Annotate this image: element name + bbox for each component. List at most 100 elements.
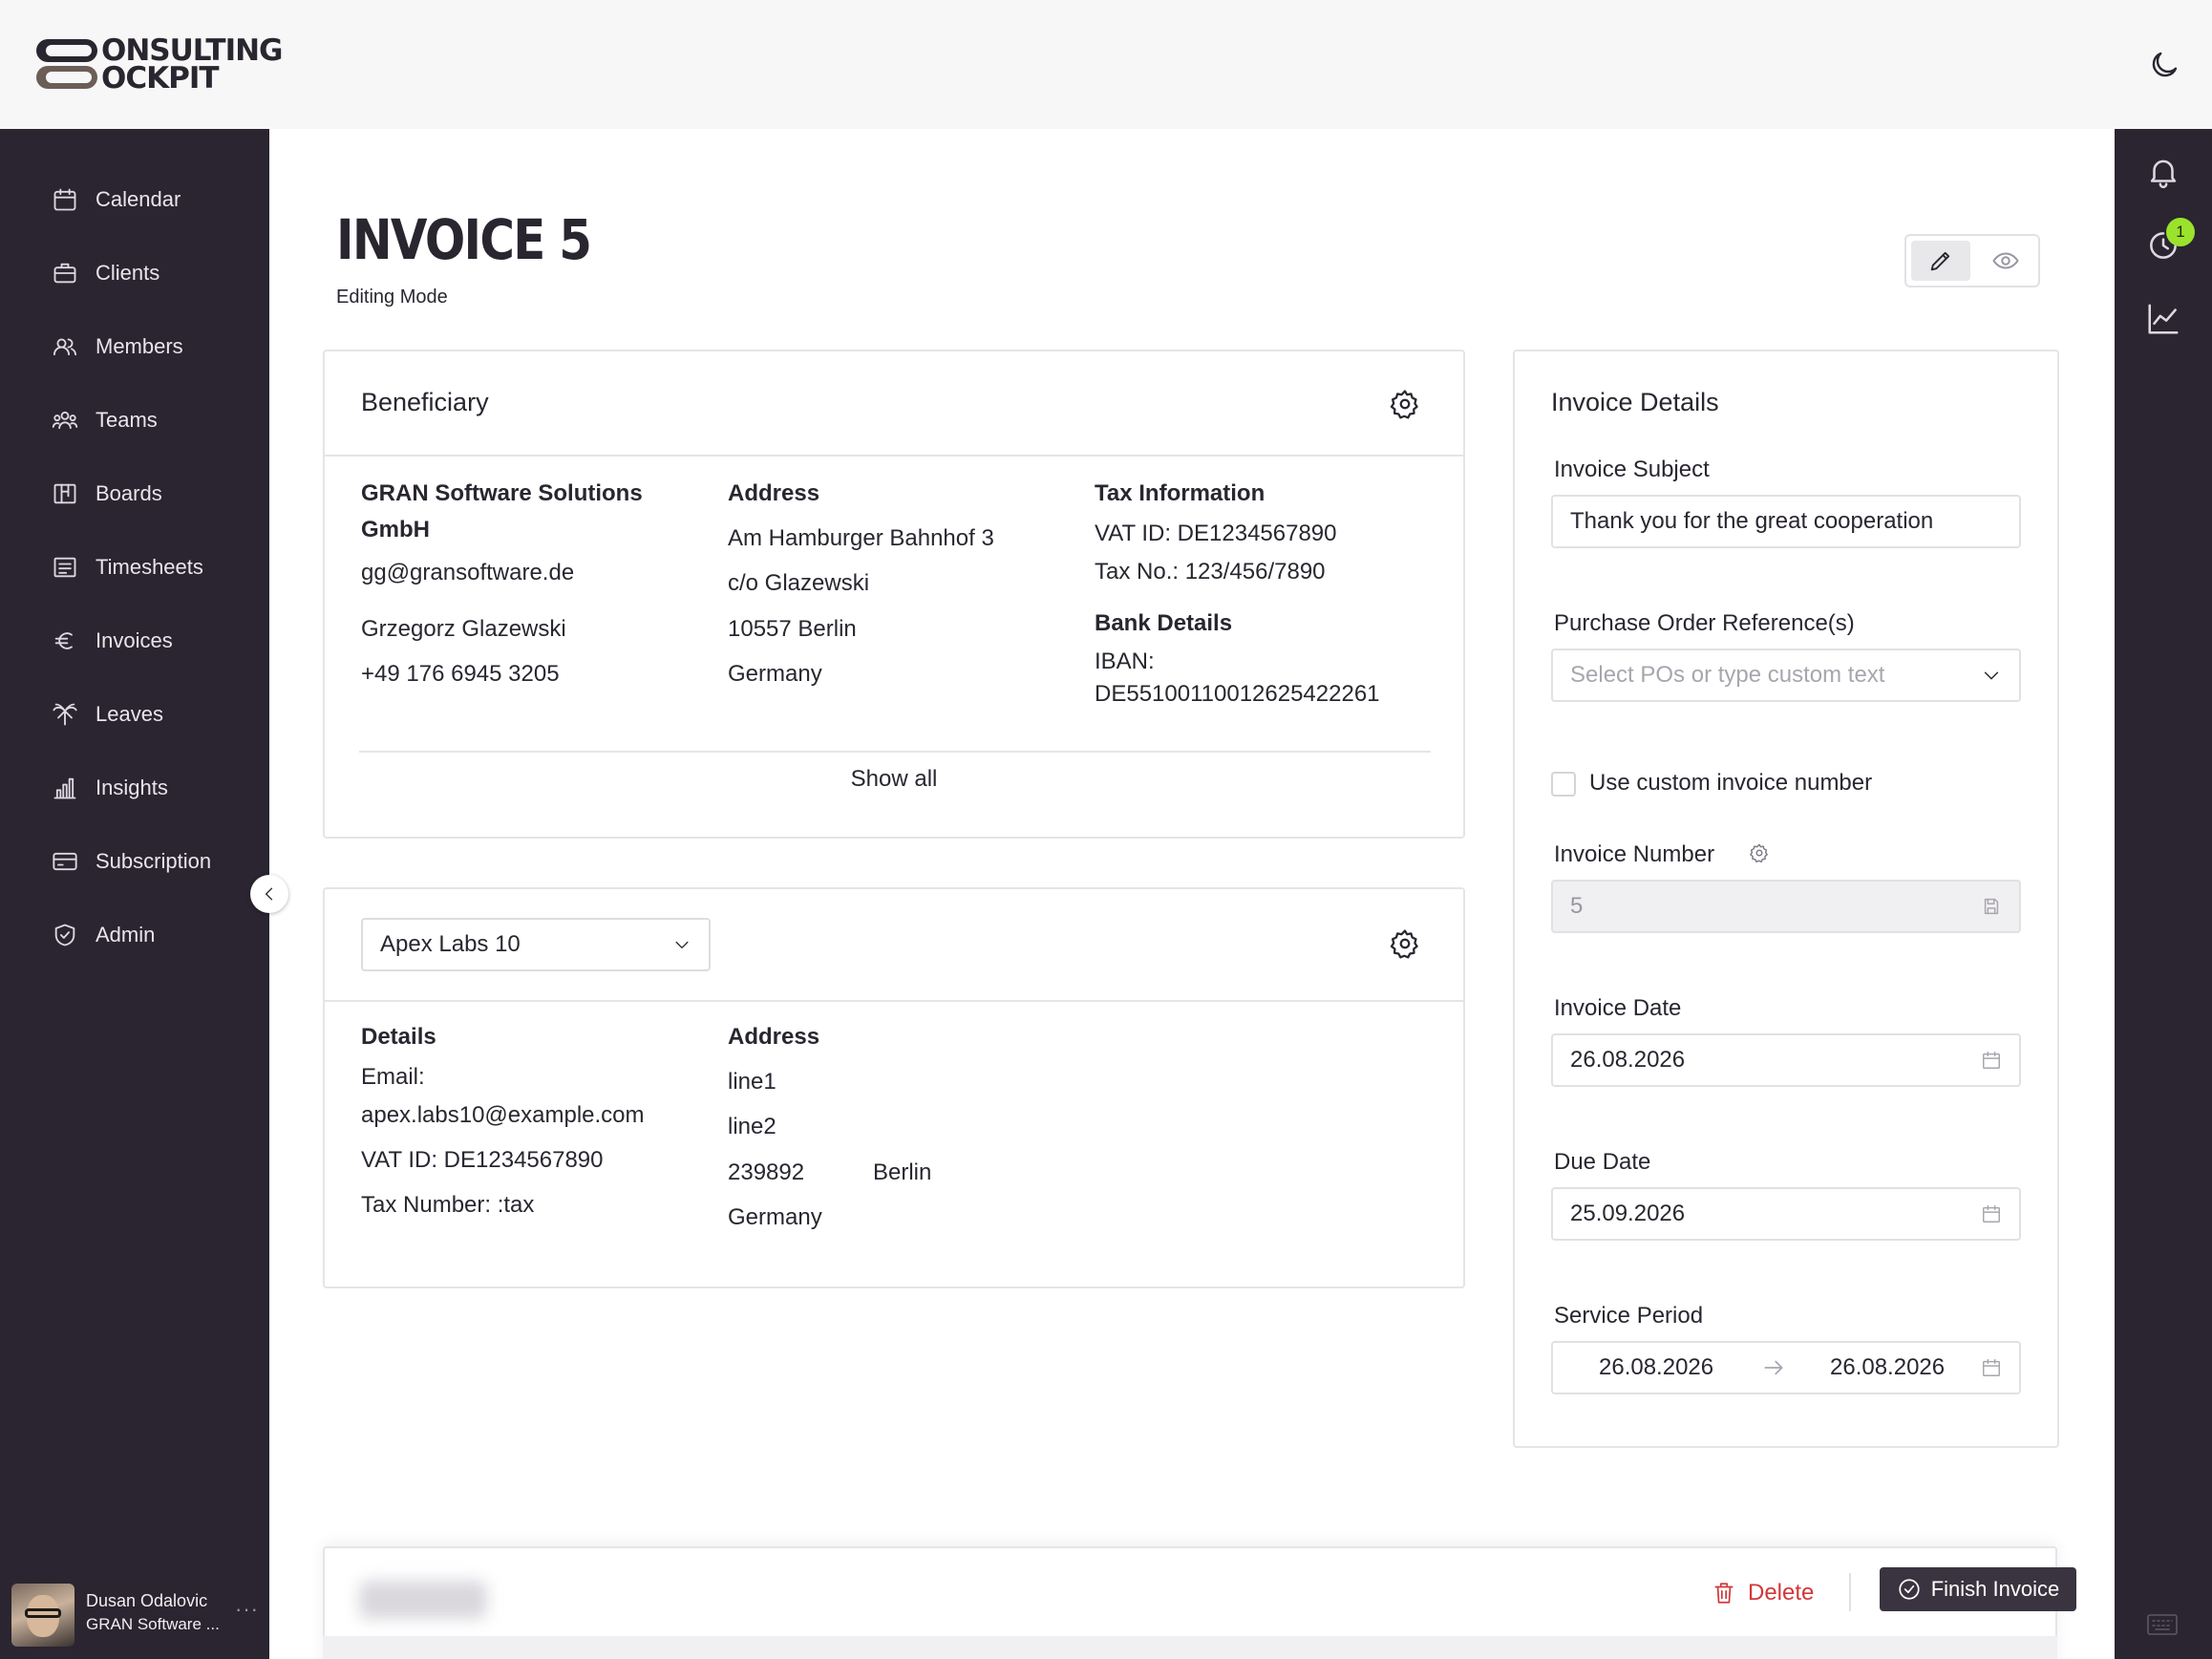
sidebar-item-label: Subscription <box>96 849 212 873</box>
divider <box>1849 1573 1851 1611</box>
chevron-down-icon <box>672 935 691 954</box>
sidebar-item-leaves[interactable]: Leaves <box>0 686 269 743</box>
beneficiary-vat-id: VAT ID: DE1234567890 <box>1095 521 1337 546</box>
logo-mark-icon <box>36 39 97 89</box>
logo-text-line2: OCKPIT <box>101 61 220 96</box>
beneficiary-card-header: Beneficiary <box>325 351 1463 457</box>
calendar-icon <box>1981 1050 2002 1071</box>
beneficiary-address-line: c/o Glazewski <box>728 570 870 596</box>
table-header-strip <box>323 1636 2057 1659</box>
sidebar-item-boards[interactable]: Boards <box>0 465 269 522</box>
client-details-heading: Details <box>361 1024 436 1050</box>
client-select-value: Apex Labs 10 <box>380 931 521 957</box>
beneficiary-contact: Grzegorz Glazewski <box>361 616 566 642</box>
sidebar-item-calendar[interactable]: Calendar <box>0 171 269 228</box>
calendar-icon <box>52 186 78 213</box>
client-select[interactable]: Apex Labs 10 <box>361 918 711 971</box>
beneficiary-tax-no: Tax No.: 123/456/7890 <box>1095 559 1326 585</box>
bell-icon[interactable] <box>2145 154 2181 190</box>
chevron-down-icon <box>1981 665 2002 686</box>
user-name: Dusan Odalovic <box>86 1591 208 1610</box>
client-card-header: Apex Labs 10 <box>325 889 1463 1002</box>
beneficiary-address-line: Germany <box>728 661 822 687</box>
divider <box>359 751 1431 753</box>
service-period-input[interactable]: 26.08.2026 26.08.2026 <box>1551 1341 2021 1394</box>
sidebar-item-label: Calendar <box>96 187 181 211</box>
invoice-number-label: Invoice Number <box>1554 841 1715 867</box>
due-date-input[interactable]: 25.09.2026 <box>1551 1187 2021 1241</box>
sidebar-item-label: Leaves <box>96 702 163 726</box>
gear-icon[interactable] <box>1389 927 1421 960</box>
invoice-date-value: 26.08.2026 <box>1570 1047 1686 1073</box>
gear-icon[interactable] <box>1389 388 1421 420</box>
briefcase-icon <box>52 260 78 287</box>
finish-invoice-button[interactable]: Finish Invoice <box>1880 1567 2076 1611</box>
moon-icon[interactable] <box>2147 48 2181 82</box>
invoice-number-value: 5 <box>1570 893 1584 919</box>
keyboard-icon[interactable] <box>2146 1612 2179 1637</box>
po-reference-label: Purchase Order Reference(s) <box>1554 610 1855 636</box>
sidebar-item-members[interactable]: Members <box>0 318 269 375</box>
invoice-subject-input[interactable]: Thank you for the great cooperation <box>1551 495 2021 548</box>
client-country: Germany <box>728 1204 822 1230</box>
card-icon <box>52 848 78 875</box>
notification-badge: 1 <box>2166 218 2195 246</box>
user-profile[interactable]: Dusan Odalovic GRAN Software ... ··· <box>0 1566 269 1659</box>
client-card: Apex Labs 10 Details Email: apex.labs10@… <box>323 887 1465 1288</box>
trash-icon <box>1712 1581 1736 1606</box>
po-reference-select[interactable]: Select POs or type custom text <box>1551 649 2021 702</box>
sidebar-item-subscription[interactable]: Subscription <box>0 833 269 890</box>
iban-clip: DE55100110012625422261 <box>1095 684 1419 701</box>
collapse-sidebar-button[interactable] <box>250 875 288 913</box>
calendar-icon <box>1981 1203 2002 1224</box>
edit-mode-button[interactable] <box>1911 241 1970 281</box>
members-icon <box>52 333 78 360</box>
app-logo[interactable]: ONSULTING OCKPIT <box>34 36 283 96</box>
sidebar-item-teams[interactable]: Teams <box>0 392 269 449</box>
pencil-icon <box>1930 251 1950 271</box>
client-vat-id: VAT ID: DE1234567890 <box>361 1147 604 1173</box>
check-circle-icon <box>1897 1577 1922 1602</box>
show-all-button[interactable]: Show all <box>325 766 1463 793</box>
beneficiary-company-suffix: GmbH <box>361 517 430 542</box>
page-subtitle: Editing Mode <box>336 287 448 308</box>
shield-icon <box>52 922 78 948</box>
sidebar-item-clients[interactable]: Clients <box>0 245 269 302</box>
user-organization: GRAN Software ... <box>86 1615 220 1633</box>
delete-label: Delete <box>1748 1580 1815 1606</box>
due-date-value: 25.09.2026 <box>1570 1201 1686 1226</box>
tax-info-heading: Tax Information <box>1095 480 1266 506</box>
arrow-right-icon <box>1761 1355 1786 1380</box>
client-zip: 239892 <box>728 1159 805 1185</box>
invoice-date-input[interactable]: 26.08.2026 <box>1551 1033 2021 1087</box>
invoice-subject-value: Thank you for the great cooperation <box>1570 508 1934 534</box>
sidebar-item-label: Clients <box>96 261 160 285</box>
sidebar-item-insights[interactable]: Insights <box>0 759 269 817</box>
service-period-end[interactable]: 26.08.2026 <box>1830 1354 1945 1381</box>
client-tax-number: Tax Number: :tax <box>361 1192 535 1218</box>
timesheets-icon <box>52 554 78 581</box>
client-address-heading: Address <box>728 1024 820 1050</box>
preview-mode-button[interactable] <box>1976 241 2035 281</box>
custom-number-checkbox[interactable] <box>1551 772 1576 797</box>
more-options-icon[interactable]: ··· <box>235 1597 259 1622</box>
sidebar-item-invoices[interactable]: Invoices <box>0 612 269 670</box>
iban-label: IBAN: <box>1095 649 1155 674</box>
service-period-start[interactable]: 26.08.2026 <box>1599 1354 1713 1381</box>
trend-chart-icon[interactable] <box>2145 301 2181 337</box>
mode-toggle <box>1904 234 2040 287</box>
sidebar-item-timesheets[interactable]: Timesheets <box>0 539 269 596</box>
beneficiary-address-line: 10557 Berlin <box>728 616 857 642</box>
teams-icon <box>52 407 78 434</box>
beneficiary-email: gg@gransoftware.de <box>361 560 575 585</box>
sidebar-item-admin[interactable]: Admin <box>0 906 269 964</box>
invoice-number-input[interactable]: 5 <box>1551 880 2021 933</box>
beneficiary-title: Beneficiary <box>361 388 489 416</box>
sidebar: Calendar Clients Members Teams Boards Ti… <box>0 129 269 1659</box>
palm-tree-icon <box>52 701 78 728</box>
save-icon <box>1981 896 2002 917</box>
invoice-date-label: Invoice Date <box>1554 995 1682 1021</box>
gear-icon[interactable] <box>1749 842 1770 863</box>
delete-button[interactable]: Delete <box>1712 1571 1814 1615</box>
boards-icon <box>52 480 78 507</box>
